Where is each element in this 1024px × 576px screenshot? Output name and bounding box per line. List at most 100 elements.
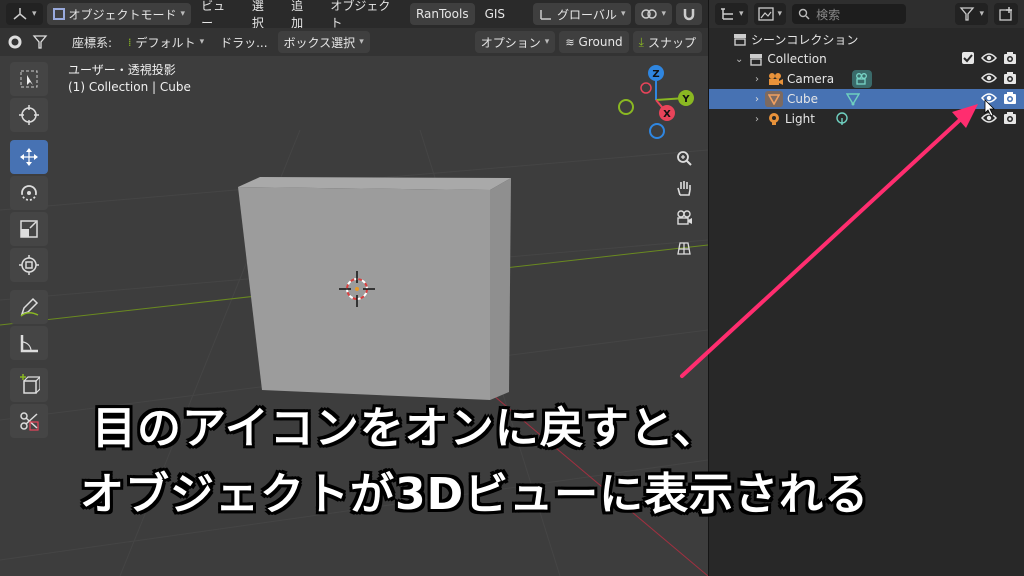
menu-gis[interactable]: GIS [479,7,511,21]
menu-rantools[interactable]: RanTools [409,3,475,25]
crosshair-icon [19,105,39,125]
grid-icon [677,242,691,255]
snap-button[interactable]: ⤓ スナップ [632,31,702,53]
snap-toggle[interactable] [676,3,702,25]
collection-expand-icon[interactable]: ⌄ [735,54,743,65]
ortho-toggle-button[interactable] [670,234,698,262]
x-axis-label: X [663,109,671,120]
light-label: Light [785,112,815,126]
zoom-button[interactable] [670,144,698,172]
eye-icon[interactable] [981,111,997,125]
viewport-header: ▾ オブジェクトモード ▾ ビュー 選択 追加 オブジェクト RanTools … [0,0,708,31]
outliner-item-camera[interactable]: › Camera [709,69,1024,89]
light-expand-icon[interactable]: › [755,114,759,125]
light-bulb-icon [769,113,779,125]
pivot-dropdown[interactable]: ▾ [635,3,672,25]
eye-icon[interactable] [981,91,997,105]
select-mode-dropdown[interactable]: ボックス選択 ▾ [277,31,370,53]
annotate-tool[interactable] [10,290,48,324]
display-mode-dropdown[interactable]: ▾ [753,3,787,25]
caption-line-1: 目のアイコンをオンに戻すと、 [92,403,719,454]
render-camera-icon[interactable] [1003,91,1017,105]
mode-label: オブジェクトモード [68,7,177,22]
collection-box-icon [750,54,763,66]
tool-settings-header: 座標系: ⁞ デフォルト ▾ ドラッ... ボックス選択 ▾ オプション ▾ ≋… [0,28,708,56]
pan-button[interactable] [670,174,698,202]
collection-label: Collection [767,52,827,66]
coord-system-dropdown[interactable]: ⁞ デフォルト ▾ [122,31,210,53]
ground-button[interactable]: ≋ Ground [559,31,629,53]
options-label: オプション [480,35,541,50]
outliner-list-icon [721,8,733,20]
eye-icon[interactable] [981,51,997,65]
search-icon [798,8,810,20]
y-axis-label: Y [681,94,690,105]
move-tool[interactable] [10,140,48,174]
viewport-overlay-text: ユーザー・透視投影 (1) Collection | Cube [68,62,191,96]
scene-collection-icon [734,34,746,46]
ground-label: Ground [578,35,623,49]
ground-icon: ≋ [565,35,575,49]
outliner-header: ▾ ▾ 検索 ▾ [709,0,1024,28]
mesh-data-icon[interactable] [845,92,860,106]
orientation-icon [540,10,552,20]
camera-data-badge[interactable] [852,70,873,88]
magnet-icon [683,9,695,21]
light-data-icon[interactable] [835,112,849,126]
snap-down-icon: ⤓ [638,34,644,49]
image-icon [757,7,774,21]
cube-object-icon-box [765,91,783,107]
axis-icon [13,8,27,20]
select-box-tool[interactable] [10,62,48,96]
render-camera-icon[interactable] [1003,71,1017,85]
coord-system-label: 座標系: [72,35,113,50]
snap-label: スナップ [647,35,696,50]
camera-expand-icon[interactable]: › [755,74,759,85]
add-cube-tool[interactable] [10,368,48,402]
options-dropdown[interactable]: オプション ▾ [474,31,556,53]
render-camera-icon[interactable] [1003,111,1017,125]
new-collection-button[interactable] [994,3,1018,25]
collection-toggles [961,51,1017,65]
extrude-tool[interactable] [10,404,48,438]
add-cube-icon [20,374,40,394]
transform-icon [19,255,39,275]
editor-type-button[interactable]: ▾ [6,3,43,25]
ruler-icon [20,335,38,353]
transform-tool[interactable] [10,248,48,282]
mesh-object-icon [768,94,780,105]
menu-object[interactable]: オブジェクト [324,0,406,31]
collection-row[interactable]: ⌄ Collection [709,49,1024,69]
menu-select[interactable]: 選択 [246,0,281,31]
render-camera-icon[interactable] [1003,51,1017,65]
light-toggles [981,111,1017,125]
gear-icon[interactable] [6,33,24,51]
filter-icon[interactable] [32,34,48,50]
select-mode-value: ボックス選択 [283,35,356,50]
outliner-editor-type[interactable]: ▾ [715,3,748,25]
outliner-item-light[interactable]: › Light [709,109,1024,129]
cursor-tool[interactable] [10,98,48,132]
rotate-tool[interactable] [10,176,48,210]
outliner-filter-dropdown[interactable]: ▾ [955,3,988,25]
menu-view[interactable]: ビュー [195,0,242,31]
move-arrows-icon [20,148,38,166]
cube-label: Cube [787,92,818,106]
checkbox-icon[interactable] [961,51,975,65]
outliner-search-input[interactable]: 検索 [792,4,907,24]
tool-shelf [10,62,48,440]
scale-tool[interactable] [10,212,48,246]
scale-icon [20,220,38,238]
eye-icon[interactable] [981,71,997,85]
mode-dropdown[interactable]: オブジェクトモード ▾ [46,3,192,25]
outliner-item-cube[interactable]: › Cube [709,89,1024,109]
filter-funnel-icon [960,7,975,21]
transform-orientation-dropdown[interactable]: グローバル ▾ [533,3,632,25]
cube-expand-icon[interactable]: › [755,94,759,105]
camera-view-button[interactable] [670,204,698,232]
select-cursor-icon [20,70,38,88]
scene-collection-row[interactable]: シーンコレクション [709,29,1024,49]
menu-add[interactable]: 追加 [285,0,320,31]
measure-tool[interactable] [10,326,48,360]
view-name: ユーザー・透視投影 [68,63,176,77]
